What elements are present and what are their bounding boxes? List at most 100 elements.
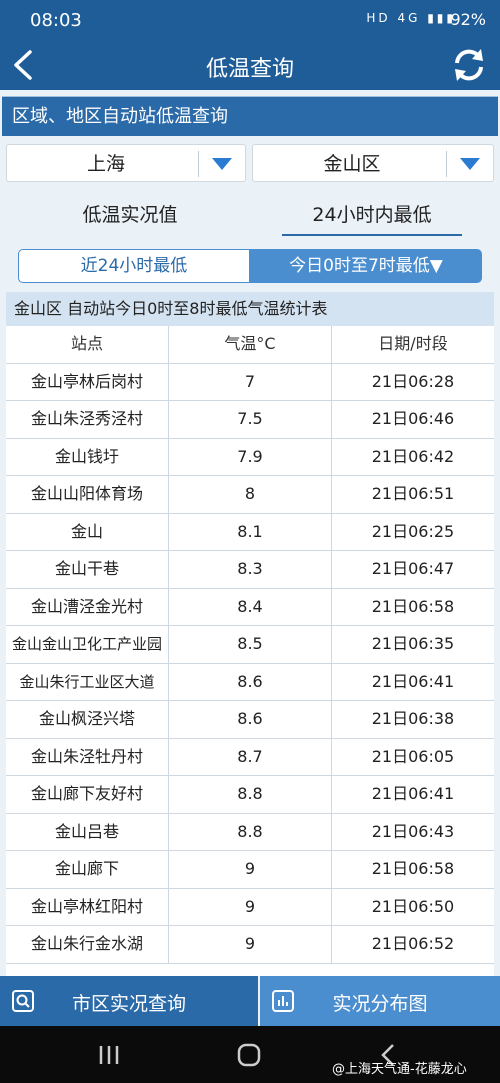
time-cell: 21日06:52 [371,934,455,953]
table-row: 金山山阳体育场 8 21日06:51 [6,476,494,514]
temperature-cell: 8.8 [169,776,332,813]
table-row: 金山金山卫化工产业园 8.5 21日06:35 [6,626,494,664]
table-row: 金山干巷 8.3 21日06:47 [6,551,494,589]
station-name-cell: 金山朱泾牡丹村 [6,738,169,775]
temperature-cell: 8.7 [169,738,332,775]
station-name-cell: 金山山阳体育场 [6,476,169,513]
temperature-cell: 9 [169,851,332,888]
time-cell: 21日06:42 [371,446,455,466]
temperature-cell: 8.3 [169,551,332,588]
dropdown-arrow-icon [212,158,232,170]
time-cell: 21日06:50 [371,896,455,916]
column-header-time: 日期/时段 [378,334,448,353]
top-navbar: 低温查询 [0,40,500,90]
station-name-cell: 金山朱行金水湖 [6,926,169,963]
section-title: 区域、地区自动站低温查询 [2,96,498,136]
recent-apps-icon[interactable] [92,1040,126,1070]
time-cell: 21日06:47 [371,559,455,578]
time-cell: 21日06:05 [371,746,455,766]
table-header-row: 站点 气温°C 日期/时段 [6,326,494,364]
station-table: 站点 气温°C 日期/时段 金山亭林后岗村 7 21日06:28 金山朱泾秀泾村 7.5… [6,326,494,976]
station-name-cell: 金山金山卫化工产业园 [6,626,169,663]
table-row: 金山漕泾金光村 8.4 21日06:58 [6,588,494,626]
table-row: 金山钱圩 7.9 21日06:42 [6,438,494,476]
temperature-cell: 7.9 [169,438,332,475]
column-header-temperature: 气温°C [169,326,332,363]
temperature-cell: 7 [169,363,332,400]
table-row: 金山亭林红阳村 9 21日06:50 [6,888,494,926]
status-icons: HD 4G ▮▮▮ [366,11,456,25]
station-name-cell: 金山吕巷 [6,813,169,850]
tab-24h-min[interactable]: 24小时内最低 [282,190,462,236]
temperature-cell: 8.5 [169,626,332,663]
temperature-cell: 8.4 [169,588,332,625]
time-cell: 21日06:51 [371,484,455,503]
status-time: 08:03 [30,10,82,31]
page-title: 低温查询 [205,57,294,82]
city-select[interactable]: 上海 [6,144,246,182]
battery-level: 92% [450,10,486,29]
segment-today-0-7[interactable]: 今日0时至7时最低▼ [250,249,482,283]
time-cell: 21日06:43 [371,821,455,841]
watermark: @上海天气通-花藤龙心 [332,1062,467,1077]
time-cell: 21日06:41 [371,784,455,803]
distribution-map-button[interactable]: 实况分布图 [260,976,500,1026]
column-header-station: 站点 [6,326,169,363]
time-cell: 21日06:38 [371,709,455,728]
temperature-cell: 8.8 [169,813,332,850]
table-row: 金山朱行工业区大道 8.6 21日06:41 [6,663,494,701]
station-name-cell: 金山廊下 [6,851,169,888]
temperature-cell: 8.6 [169,701,332,738]
bottom-tab-bar: 市区实况查询 实况分布图 [0,976,500,1026]
select-divider [446,151,447,177]
refresh-button[interactable] [448,44,490,86]
time-cell: 21日06:28 [371,371,455,391]
station-name-cell: 金山亭林后岗村 [6,363,169,400]
time-cell: 21日06:58 [371,859,455,878]
table-row: 金山亭林后岗村 7 21日06:28 [6,363,494,401]
distribution-map-label: 实况分布图 [332,993,428,1015]
select-divider [198,151,199,177]
station-name-cell: 金山朱行工业区大道 [6,663,169,700]
table-row: 金山朱泾牡丹村 8.7 21日06:05 [6,738,494,776]
home-icon[interactable] [232,1040,266,1070]
table-caption: 金山区 自动站今日0时至8时最低气温统计表 [6,292,494,326]
time-cell: 21日06:25 [371,521,455,541]
temperature-cell: 8 [169,476,332,513]
tab-realtime-low[interactable]: 低温实况值 [20,190,240,234]
station-name-cell: 金山亭林红阳村 [6,888,169,925]
station-name-cell: 金山干巷 [6,551,169,588]
mode-tabs: 低温实况值 24小时内最低 [0,190,500,240]
station-name-cell: 金山朱泾秀泾村 [6,401,169,438]
time-cell: 21日06:46 [371,409,455,428]
city-select-value: 上海 [86,153,125,175]
table-row: 金山吕巷 8.8 21日06:43 [6,813,494,851]
station-name-cell: 金山 [6,513,169,550]
time-cell: 21日06:58 [371,596,455,616]
dropdown-arrow-icon [460,158,480,170]
system-nav-bar: @上海天气通-花藤龙心 [0,1026,500,1083]
station-name-cell: 金山漕泾金光村 [6,588,169,625]
temperature-cell: 9 [169,888,332,925]
station-name-cell: 金山钱圩 [6,438,169,475]
time-cell: 21日06:41 [371,671,455,691]
district-select-value: 金山区 [323,153,381,175]
district-select[interactable]: 金山区 [252,144,494,182]
table-row: 金山廊下友好村 8.8 21日06:41 [6,776,494,814]
refresh-icon [455,49,483,81]
table-row: 金山廊下 9 21日06:58 [6,851,494,889]
segment-last-24h[interactable]: 近24小时最低 [18,249,250,283]
temperature-cell: 8.6 [169,663,332,700]
station-name-cell: 金山枫泾兴塔 [6,701,169,738]
status-bar: 08:03 HD 4G ▮▮▮ 92% [0,0,500,40]
temperature-cell: 9 [169,926,332,963]
table-row: 金山枫泾兴塔 8.6 21日06:38 [6,701,494,739]
table-row: 金山朱泾秀泾村 7.5 21日06:46 [6,401,494,439]
time-cell: 21日06:35 [371,634,455,653]
table-row: 金山 8.1 21日06:25 [6,513,494,551]
station-name-cell: 金山廊下友好村 [6,776,169,813]
table-row: 金山朱行金水湖 9 21日06:52 [6,926,494,964]
temperature-cell: 7.5 [169,401,332,438]
city-query-button[interactable]: 市区实况查询 [0,976,258,1026]
city-query-label: 市区实况查询 [71,993,186,1015]
